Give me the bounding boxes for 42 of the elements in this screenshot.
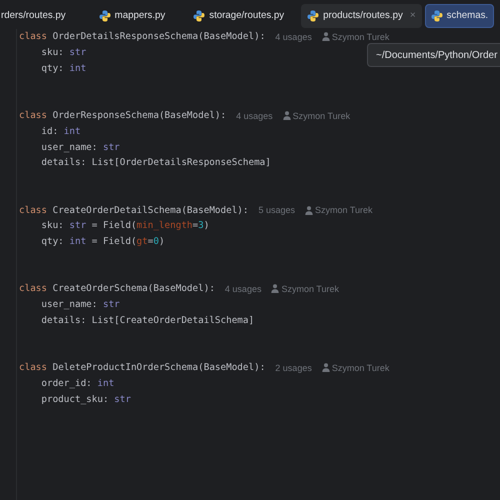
code-line: product_sku: str — [40, 394, 131, 405]
code-line: class CreateOrderDetailSchema(BaseModel): — [19, 204, 248, 216]
file-tab[interactable]: schemas. — [424, 4, 494, 28]
author-hint[interactable]: Szymon Turek — [292, 110, 350, 121]
close-icon[interactable]: × — [410, 10, 416, 21]
person-icon — [322, 32, 330, 42]
file-path-tooltip: ~/Documents/Python/Order — [367, 43, 500, 67]
code-line: qty: int — [40, 62, 86, 74]
code-line: qty: int = Field(gt=0) — [40, 236, 165, 248]
python-icon — [307, 10, 320, 22]
usages-hint[interactable]: 4 usages — [224, 284, 262, 294]
code-line: order_id: int — [40, 378, 114, 389]
author-hint[interactable]: Szymon Turek — [332, 362, 390, 373]
code-line: sku: str — [40, 47, 86, 58]
person-icon — [282, 111, 291, 120]
code-line: details: List[OrderDetailsResponseSchema] — [40, 157, 271, 168]
usages-hint[interactable]: 4 usages — [275, 32, 312, 42]
code-line: class OrderResponseSchema(BaseModel): — [19, 110, 226, 122]
person-icon — [305, 206, 314, 215]
code-line: class DeleteProductInOrderSchema(BaseModel): — [19, 362, 266, 374]
file-tab[interactable]: products/routes.py × — [301, 4, 422, 28]
file-tab[interactable]: rders/routes.py — [0, 4, 77, 28]
file-tab[interactable]: mappers.py — [92, 4, 172, 28]
code-line: class OrderDetailsResponseSchema(BaseModel): — [19, 31, 266, 42]
usages-hint[interactable]: 2 usages — [275, 362, 312, 373]
code-line: user_name: str — [40, 299, 120, 310]
code-line: sku: str = Field(min_length=3) — [40, 220, 210, 232]
person-icon — [271, 284, 280, 294]
code-line: id: int — [40, 126, 81, 137]
file-tab[interactable]: storage/routes.py — [187, 4, 290, 28]
usages-hint[interactable]: 4 usages — [236, 110, 273, 121]
code-line: user_name: str — [40, 142, 120, 153]
python-icon — [430, 10, 443, 22]
author-hint[interactable]: Szymon Turek — [332, 32, 390, 42]
usages-hint[interactable]: 5 usages — [258, 205, 296, 216]
code-line: class CreateOrderSchema(BaseModel): — [19, 283, 215, 294]
python-icon — [193, 10, 206, 22]
code-line: details: List[CreateOrderDetailSchema] — [40, 314, 254, 326]
author-hint[interactable]: Szymon Turek — [315, 205, 373, 216]
python-icon — [98, 10, 111, 22]
author-hint[interactable]: Szymon Turek — [281, 284, 339, 294]
person-icon — [322, 363, 330, 372]
